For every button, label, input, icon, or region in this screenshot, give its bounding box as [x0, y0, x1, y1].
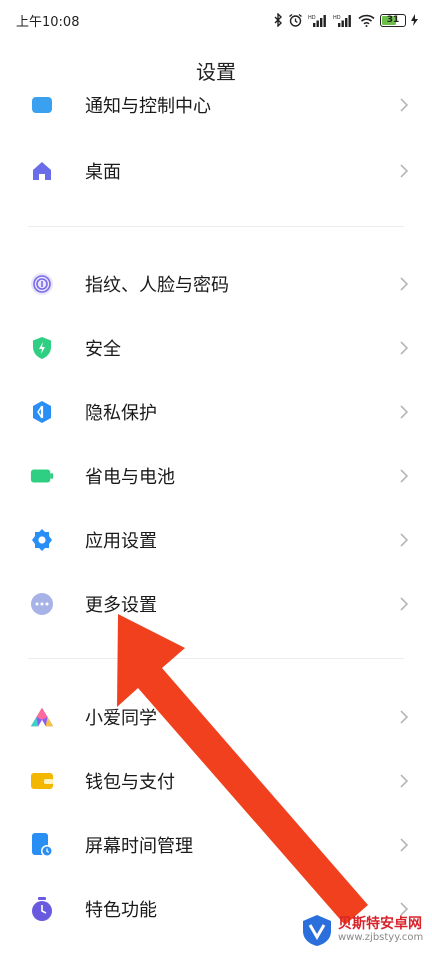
row-label: 屏幕时间管理: [85, 836, 193, 857]
settings-row-wallet[interactable]: 钱包与支付: [0, 749, 432, 813]
battery-icon: [30, 464, 54, 488]
status-time: 上午10:08: [16, 14, 80, 30]
divider: [28, 226, 404, 227]
wallet-icon: [30, 769, 54, 793]
fingerprint-icon: [30, 272, 54, 296]
settings-row-battery[interactable]: 省电与电池: [0, 444, 432, 508]
bluetooth-icon: [274, 13, 282, 27]
signal-1-icon: HD: [308, 14, 326, 27]
chevron-right-icon: [400, 341, 409, 355]
divider: [28, 658, 404, 659]
row-label: 省电与电池: [85, 467, 175, 488]
watermark-url: www.zjbstyy.com: [338, 932, 424, 944]
chevron-right-icon: [400, 533, 409, 547]
chevron-right-icon: [400, 405, 409, 419]
row-label: 桌面: [85, 162, 121, 183]
status-bar: 上午10:08 HD HD 31: [0, 0, 432, 40]
settings-row-more-settings[interactable]: 更多设置: [0, 572, 432, 636]
settings-row-fingerprint[interactable]: 指纹、人脸与密码: [0, 252, 432, 316]
settings-row-screen-time[interactable]: 屏幕时间管理: [0, 813, 432, 877]
row-label: 特色功能: [85, 900, 157, 921]
screen-time-icon: [30, 833, 54, 857]
chevron-right-icon: [400, 98, 409, 112]
privacy-icon: [30, 400, 54, 424]
settings-row-xiaoai[interactable]: 小爱同学: [0, 685, 432, 749]
row-label: 钱包与支付: [85, 772, 175, 793]
settings-row-desktop[interactable]: 桌面: [0, 139, 432, 203]
status-icons: HD HD 31: [273, 13, 418, 28]
alarm-icon: [289, 13, 302, 27]
notification-icon: [30, 93, 54, 117]
svg-text:HD: HD: [308, 15, 316, 21]
clipped-row-container: 通知与控制中心: [0, 92, 432, 122]
row-label: 隐私保护: [85, 403, 157, 424]
wifi-icon: [358, 14, 375, 27]
battery-indicator: 31: [380, 13, 406, 27]
row-label: 安全: [85, 339, 121, 360]
shield-icon: [30, 336, 54, 360]
chevron-right-icon: [400, 164, 409, 178]
page-title: 设置: [196, 60, 236, 84]
row-label: 应用设置: [85, 531, 157, 552]
row-label: 小爱同学: [85, 708, 157, 729]
home-icon: [30, 159, 54, 183]
row-label: 指纹、人脸与密码: [85, 275, 229, 296]
charging-icon: [411, 14, 418, 26]
chevron-right-icon: [400, 710, 409, 724]
feature-icon: [30, 897, 54, 921]
xiaoai-icon: [30, 705, 54, 729]
settings-row-security[interactable]: 安全: [0, 316, 432, 380]
watermark: 贝斯特安卓网 www.zjbstyy.com: [300, 900, 432, 960]
row-label: 更多设置: [85, 595, 157, 616]
settings-row-notifications[interactable]: 通知与控制中心: [0, 92, 432, 122]
chevron-right-icon: [400, 597, 409, 611]
watermark-name: 贝斯特安卓网: [338, 915, 422, 932]
settings-row-app-settings[interactable]: 应用设置: [0, 508, 432, 572]
chevron-right-icon: [400, 838, 409, 852]
chevron-right-icon: [400, 774, 409, 788]
chevron-right-icon: [400, 277, 409, 291]
gear-icon: [30, 528, 54, 552]
more-icon: [30, 592, 54, 616]
settings-row-privacy[interactable]: 隐私保护: [0, 380, 432, 444]
watermark-logo-icon: [303, 915, 331, 946]
chevron-right-icon: [400, 469, 409, 483]
signal-2-icon: HD: [333, 14, 351, 27]
svg-text:HD: HD: [333, 15, 341, 21]
row-label: 通知与控制中心: [85, 96, 211, 117]
